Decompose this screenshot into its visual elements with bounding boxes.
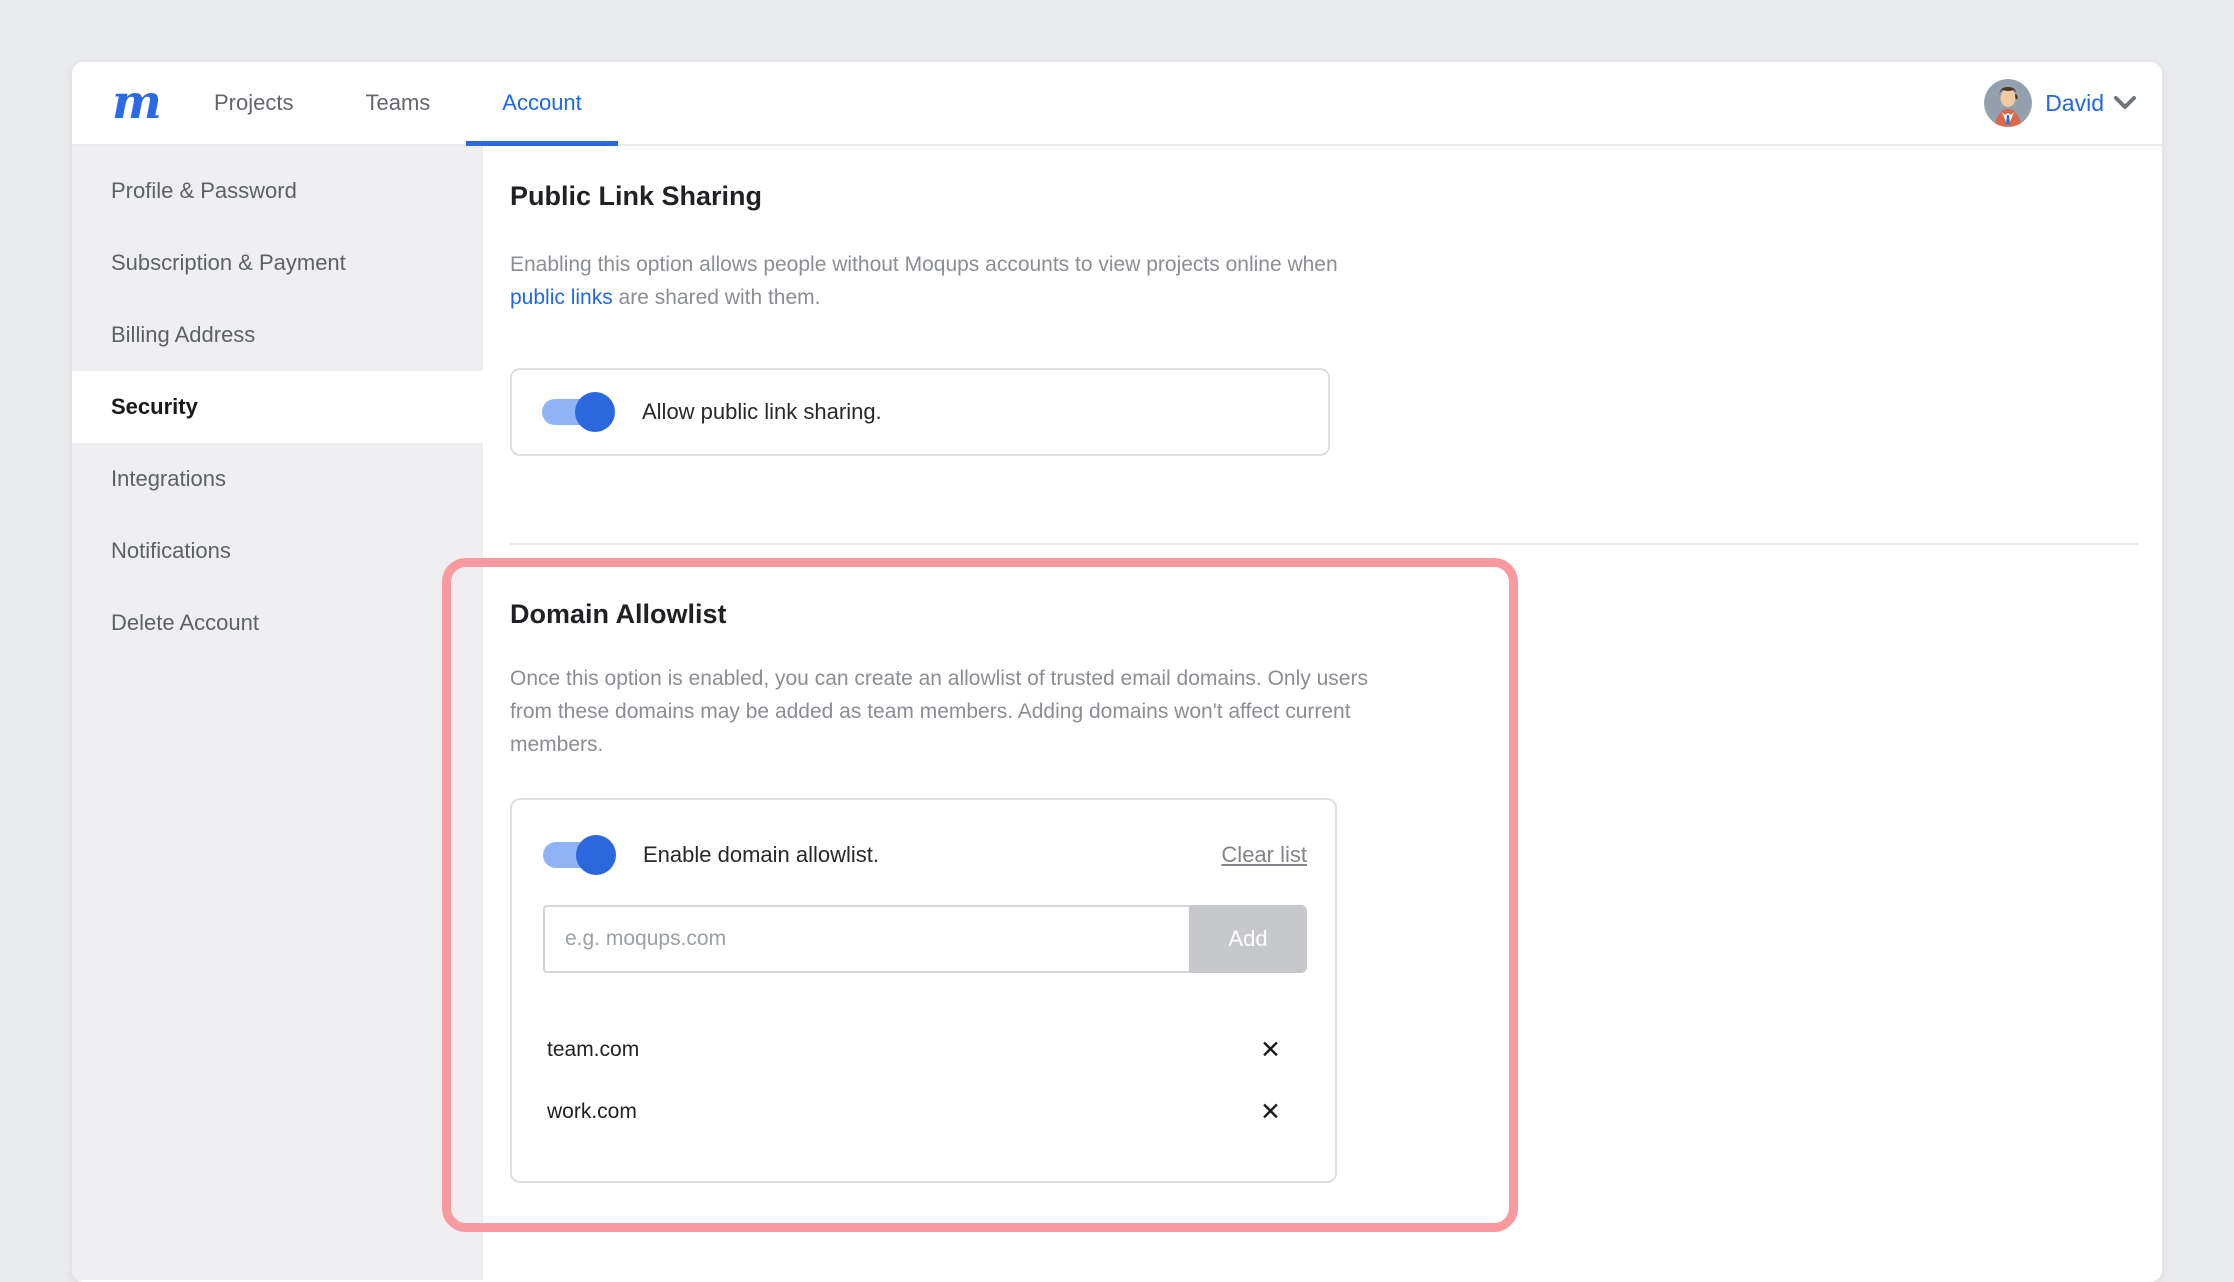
description-text: Enabling this option allows people witho…: [510, 253, 1338, 276]
chevron-down-icon[interactable]: [2114, 96, 2136, 110]
domain-allowlist-title: Domain Allowlist: [510, 598, 2138, 630]
toggle-thumb: [575, 392, 615, 432]
domain-allowlist-toggle-label: Enable domain allowlist.: [643, 842, 879, 868]
settings-content: Public Link Sharing Enabling this option…: [483, 146, 2162, 1280]
nav-tab-label: Account: [502, 90, 582, 116]
remove-domain-icon[interactable]: ✕: [1260, 1100, 1281, 1125]
user-menu[interactable]: David: [1984, 79, 2136, 127]
avatar[interactable]: [1984, 79, 2032, 127]
public-link-toggle[interactable]: [542, 399, 612, 425]
nav-tab[interactable]: Teams: [329, 62, 466, 144]
domain-list: team.com ✕ work.com ✕: [543, 1019, 1307, 1143]
sidebar-item[interactable]: Notifications: [72, 515, 483, 587]
nav-tab-label: Projects: [214, 90, 293, 116]
domain-name: work.com: [547, 1100, 637, 1124]
top-navbar: m Projects Teams Account Da: [72, 62, 2162, 146]
sidebar-item[interactable]: Subscription & Payment: [72, 227, 483, 299]
sidebar-item-label: Subscription & Payment: [111, 250, 346, 276]
clear-list-link[interactable]: Clear list: [1221, 842, 1307, 868]
domain-row: team.com ✕: [543, 1019, 1307, 1081]
section-divider: [510, 543, 2138, 545]
domain-row: work.com ✕: [543, 1081, 1307, 1143]
domain-allowlist-description: Once this option is enabled, you can cre…: [510, 662, 1530, 761]
sidebar-item-label: Billing Address: [111, 322, 255, 348]
public-link-toggle-card: Allow public link sharing.: [510, 368, 1330, 456]
app-window: m Projects Teams Account Da: [72, 62, 2162, 1282]
sidebar-item[interactable]: Billing Address: [72, 299, 483, 371]
nav-tab[interactable]: Projects: [178, 62, 329, 144]
public-links-link[interactable]: public links: [510, 286, 613, 309]
domain-allowlist-toggle[interactable]: [543, 842, 613, 868]
domain-input[interactable]: [543, 905, 1189, 973]
sidebar-item[interactable]: Profile & Password: [72, 155, 483, 227]
sidebar-item[interactable]: Integrations: [72, 443, 483, 515]
domain-allowlist-card: Enable domain allowlist. Clear list Add …: [510, 798, 1337, 1183]
sidebar-item-label: Security: [111, 394, 198, 420]
toggle-thumb: [576, 835, 616, 875]
sidebar-item[interactable]: Delete Account: [72, 587, 483, 659]
user-name[interactable]: David: [2045, 90, 2104, 117]
sidebar-item-label: Profile & Password: [111, 178, 297, 204]
sidebar-item-label: Notifications: [111, 538, 231, 564]
sidebar-item-label: Integrations: [111, 466, 226, 492]
public-link-toggle-label: Allow public link sharing.: [642, 399, 882, 425]
nav-tab-label: Teams: [365, 90, 430, 116]
sidebar-item-label: Delete Account: [111, 610, 259, 636]
remove-domain-icon[interactable]: ✕: [1260, 1038, 1281, 1063]
description-text: are shared with them.: [613, 286, 821, 309]
nav-tabs: Projects Teams Account: [178, 62, 618, 144]
settings-sidebar: Profile & Password Subscription & Paymen…: [72, 146, 483, 1280]
moqups-logo-icon[interactable]: m: [112, 62, 166, 145]
add-domain-button[interactable]: Add: [1189, 905, 1307, 973]
sidebar-item[interactable]: Security: [72, 371, 483, 443]
public-link-sharing-title: Public Link Sharing: [510, 180, 2138, 212]
active-tab-underline: [466, 141, 618, 146]
public-link-sharing-description: Enabling this option allows people witho…: [510, 248, 1530, 314]
nav-tab[interactable]: Account: [466, 62, 618, 144]
domain-name: team.com: [547, 1038, 639, 1062]
